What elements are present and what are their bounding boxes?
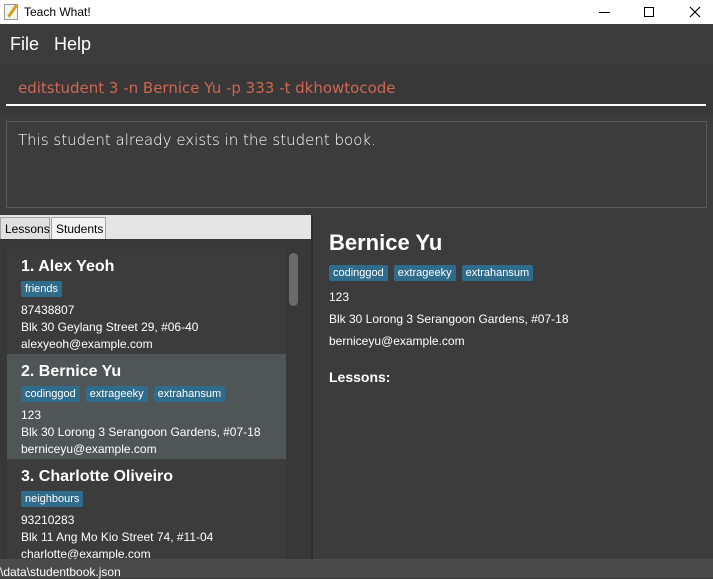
student-address: Blk 30 Lorong 3 Serangoon Gardens, #07-1… <box>21 425 261 439</box>
result-display: This student already exists in the stude… <box>6 121 707 208</box>
student-address: Blk 11 Ang Mo Kio Street 74, #11-04 <box>21 530 214 544</box>
maximize-button[interactable] <box>626 0 672 24</box>
student-email: berniceyu@example.com <box>21 442 157 456</box>
student-detail-panel: Bernice Yu codinggod extrageeky extrahan… <box>313 215 713 559</box>
tag-list: neighbours <box>21 491 84 507</box>
tag: extrageeky <box>393 265 456 281</box>
student-card[interactable]: 1. Alex Yeoh friends 87438807 Blk 30 Gey… <box>7 249 286 354</box>
tag: extrageeky <box>85 386 148 402</box>
minimize-icon <box>598 11 610 13</box>
menu-file[interactable]: File <box>10 34 39 55</box>
tag: codinggod <box>21 386 80 402</box>
student-phone: 123 <box>21 408 42 422</box>
tag: codinggod <box>329 265 388 281</box>
minimize-button[interactable] <box>581 0 627 24</box>
student-card-selected[interactable]: 2. Bernice Yu codinggod extrageeky extra… <box>7 354 286 459</box>
student-name: 3. Charlotte Oliveiro <box>21 468 174 485</box>
student-address: Blk 30 Geylang Street 29, #06-40 <box>21 320 199 334</box>
tab-students[interactable]: Students <box>51 217 106 239</box>
tag: friends <box>21 281 63 297</box>
student-email: charlotte@example.com <box>21 547 151 559</box>
student-card[interactable]: 3. Charlotte Oliveiro neighbours 9321028… <box>7 459 286 559</box>
close-icon <box>689 6 701 18</box>
command-input[interactable] <box>6 72 706 106</box>
student-list: 1. Alex Yeoh friends 87438807 Blk 30 Gey… <box>0 239 311 559</box>
tag-list: codinggod extrageeky extrahansum <box>21 386 226 402</box>
student-name: 2. Bernice Yu <box>21 363 122 380</box>
window-title: Teach What! <box>24 5 91 19</box>
maximize-icon <box>644 7 654 17</box>
tab-lessons[interactable]: Lessons <box>0 217 50 239</box>
student-name: 1. Alex Yeoh <box>21 258 115 275</box>
detail-phone: 123 <box>329 290 350 304</box>
tag: neighbours <box>21 491 84 507</box>
detail-address: Blk 30 Lorong 3 Serangoon Gardens, #07-1… <box>329 312 569 326</box>
scrollbar-thumb[interactable] <box>289 253 298 306</box>
menu-help[interactable]: Help <box>54 34 91 55</box>
detail-lessons-heading: Lessons: <box>329 369 391 385</box>
tag-list: friends <box>21 281 63 297</box>
close-button[interactable] <box>672 0 713 24</box>
detail-name: Bernice Yu <box>329 230 443 255</box>
status-file-path: \data\studentbook.json <box>0 565 121 579</box>
student-phone: 93210283 <box>21 513 75 527</box>
student-phone: 87438807 <box>21 303 75 317</box>
command-box <box>0 64 713 116</box>
menu-bar: File Help <box>0 24 713 64</box>
status-bar: \data\studentbook.json <box>0 559 713 579</box>
result-message: This student already exists in the stude… <box>18 131 376 149</box>
title-bar: Teach What! <box>0 0 713 24</box>
notepad-pencil-icon <box>4 4 18 20</box>
student-email: alexyeoh@example.com <box>21 337 153 351</box>
detail-email: berniceyu@example.com <box>329 334 465 348</box>
detail-tag-list: codinggod extrageeky extrahansum <box>329 265 534 281</box>
tag: extrahansum <box>153 386 226 402</box>
tab-bar: Lessons Students <box>0 215 311 239</box>
tag: extrahansum <box>461 265 534 281</box>
